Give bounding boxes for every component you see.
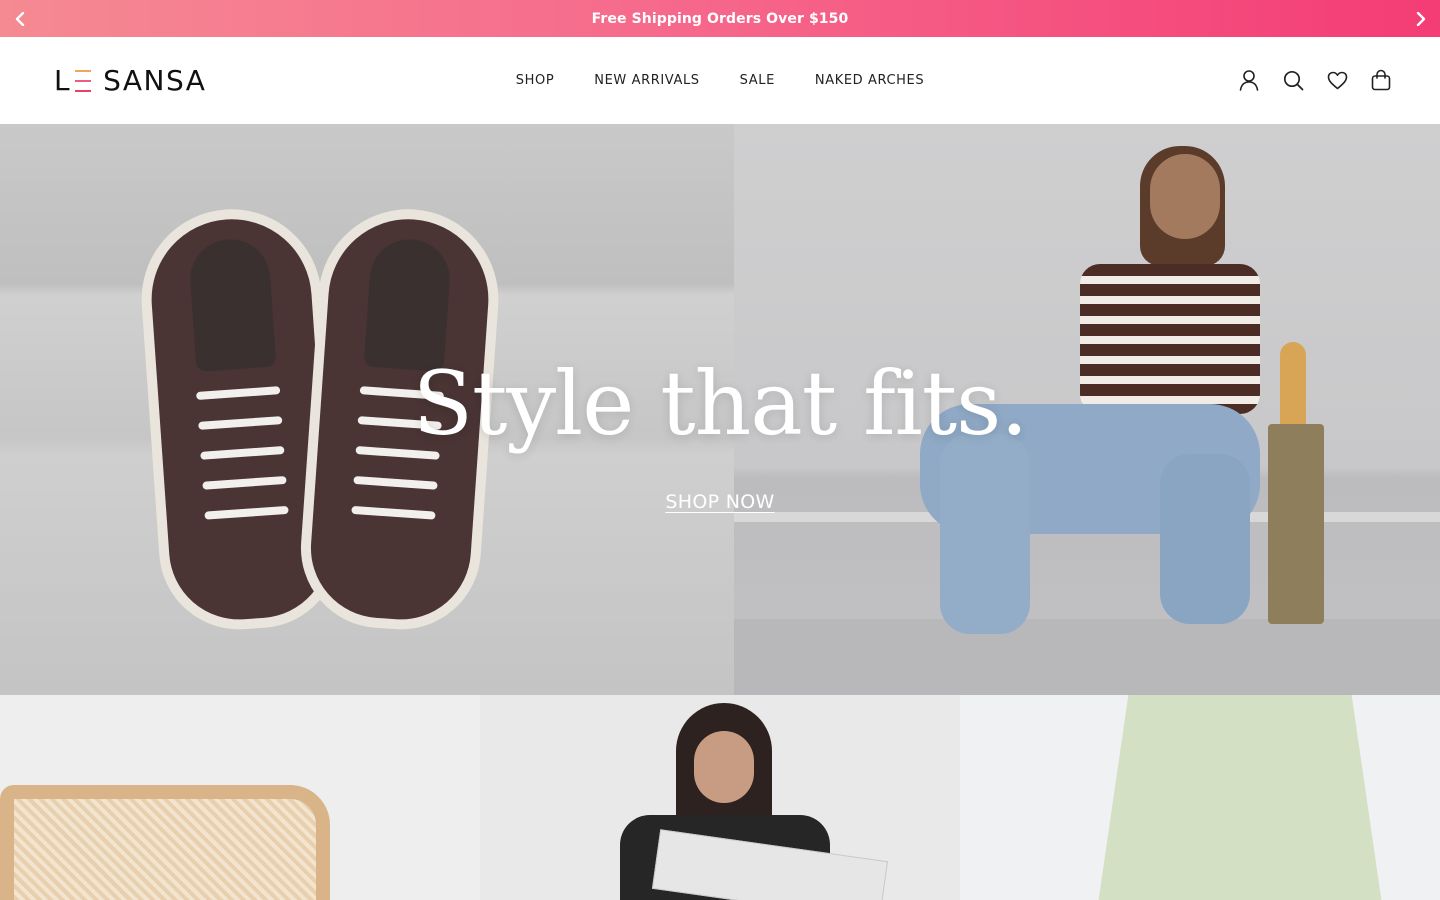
cart-button[interactable] (1370, 69, 1392, 91)
rattan-chair-image (0, 785, 330, 900)
wishlist-heart-icon (1327, 71, 1347, 89)
category-tile-2[interactable] (480, 695, 960, 900)
nav-new-arrivals[interactable]: NEW ARRIVALS (594, 73, 699, 88)
search-icon (1283, 70, 1303, 90)
announcement-bar: Free Shipping Orders Over $150 (0, 0, 1440, 37)
site-header: L SANSA SHOP NEW ARRIVALS SALE NAKED ARC… (0, 37, 1440, 124)
logo-letter-l: L (54, 64, 72, 97)
wishlist-button[interactable] (1326, 69, 1348, 91)
cart-bag-icon (1371, 69, 1391, 91)
account-button[interactable] (1238, 69, 1260, 91)
category-tile-1[interactable] (0, 695, 480, 900)
logo-e-mark (75, 70, 92, 92)
main-nav: SHOP NEW ARRIVALS SALE NAKED ARCHES (0, 37, 1440, 124)
nav-naked-arches[interactable]: NAKED ARCHES (815, 73, 924, 88)
account-icon (1239, 70, 1259, 91)
green-dress-image (1095, 695, 1385, 900)
header-icons (1238, 69, 1392, 91)
nav-sale[interactable]: SALE (740, 73, 775, 88)
logo-wordmark: SANSA (103, 64, 207, 97)
hero-title: Style that fits. (412, 352, 1029, 455)
shop-now-button[interactable]: SHOP NOW (665, 491, 774, 513)
announcement-prev-button[interactable] (2, 0, 39, 37)
search-button[interactable] (1282, 69, 1304, 91)
chevron-right-icon (1416, 11, 1425, 26)
category-tiles (0, 695, 1440, 900)
announcement-text: Free Shipping Orders Over $150 (591, 10, 849, 27)
category-tile-3[interactable] (960, 695, 1440, 900)
hero-cta-wrap: SHOP NOW (0, 491, 1440, 513)
announcement-next-button[interactable] (1401, 0, 1438, 37)
nav-shop[interactable]: SHOP (516, 73, 555, 88)
hero-banner[interactable]: Style that fits. SHOP NOW (0, 124, 1440, 695)
grocery-bag (1268, 424, 1324, 624)
site-logo[interactable]: L SANSA (54, 67, 206, 95)
chevron-left-icon (15, 11, 24, 26)
